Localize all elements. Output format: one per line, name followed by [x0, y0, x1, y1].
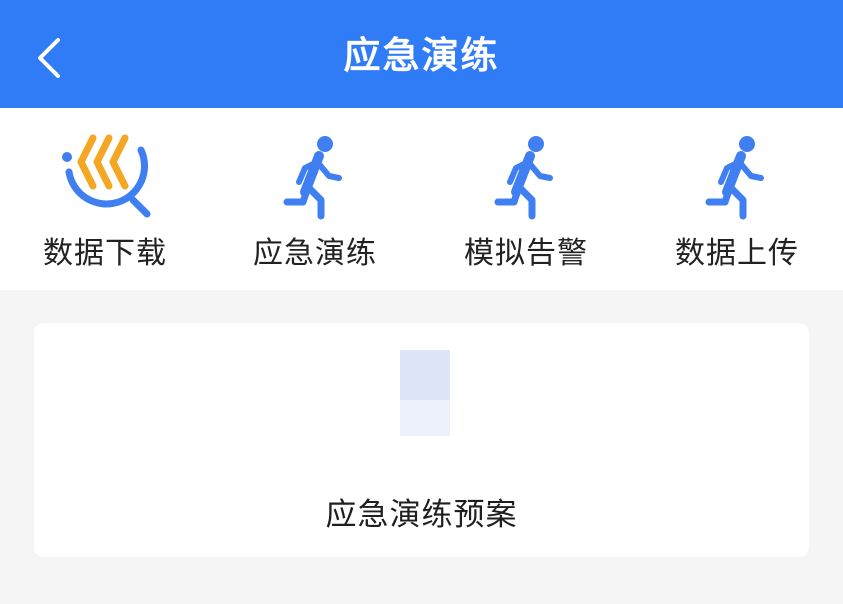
- tool-label: 数据下载: [43, 236, 167, 271]
- running-person-icon: [687, 132, 787, 224]
- tool-label: 应急演练: [253, 236, 377, 271]
- tool-data-download[interactable]: 数据下载: [0, 108, 210, 290]
- tool-emergency-drill[interactable]: 应急演练: [210, 108, 420, 290]
- placeholder-image: [400, 350, 450, 436]
- tool-label: 数据上传: [675, 236, 799, 271]
- card-label: 应急演练预案: [325, 497, 518, 533]
- tool-data-upload[interactable]: 数据上传: [632, 108, 842, 290]
- tool-simulated-alarm[interactable]: 模拟告警: [421, 108, 631, 290]
- drill-plan-card[interactable]: 应急演练预案: [34, 323, 809, 557]
- page-title: 应急演练: [343, 34, 500, 77]
- running-person-icon: [265, 132, 365, 224]
- data-download-icon: [55, 132, 155, 224]
- running-person-icon: [476, 132, 576, 224]
- tool-label: 模拟告警: [464, 236, 588, 271]
- function-toolbar: 数据下载 应急演练 模拟告警 数据上传: [0, 108, 843, 290]
- header-bar: 应急演练: [0, 0, 843, 108]
